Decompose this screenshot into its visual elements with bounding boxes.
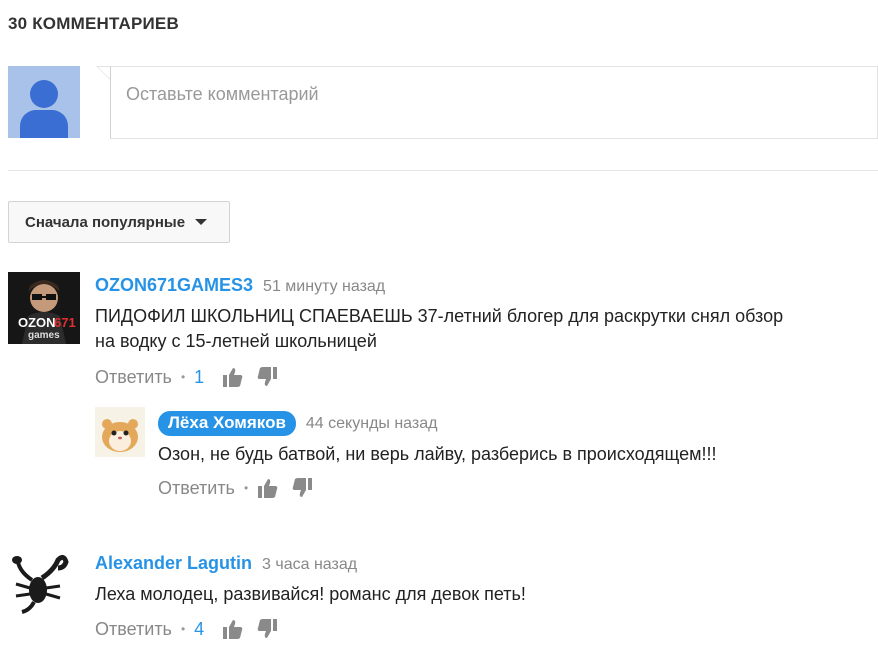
svg-text:games: games xyxy=(28,330,60,341)
comment-author[interactable]: Alexander Lagutin xyxy=(95,553,252,574)
avatar[interactable]: OZON 671 games xyxy=(8,272,80,344)
thumbs-up-icon[interactable] xyxy=(257,477,279,499)
comment-text: ПИДОФИЛ ШКОЛЬНИЦ СПАЕВАЕШЬ 37-летний бло… xyxy=(95,304,878,354)
comment-thread: Alexander Lagutin 3 часа назад Леха моло… xyxy=(8,550,878,650)
caret-down-icon xyxy=(195,219,208,225)
divider xyxy=(8,170,878,171)
sort-label: Сначала популярные xyxy=(25,213,186,231)
thumbs-down-icon[interactable] xyxy=(256,366,278,388)
reply-author-badge[interactable]: Лёха Хомяков xyxy=(158,411,296,436)
comment-text: Леха молодец, развивайся! романс для дев… xyxy=(95,584,526,604)
comment-author[interactable]: OZON671GAMES3 xyxy=(95,275,253,296)
comment-thread: OZON 671 games OZON671GAMES3 51 минуту н… xyxy=(8,272,878,502)
comment-time[interactable]: 3 часа назад xyxy=(262,556,357,574)
reply-time[interactable]: 44 секунды назад xyxy=(306,415,438,433)
reply-comment: Лёха Хомяков 44 секунды назад Озон, не б… xyxy=(95,407,878,507)
reply-text: Озон, не будь батвой, ни верь лайву, раз… xyxy=(158,444,717,464)
comment-input-placeholder: Оставьте комментарий xyxy=(126,84,319,104)
thumbs-down-icon[interactable] xyxy=(256,618,278,640)
svg-text:671: 671 xyxy=(54,315,76,330)
avatar[interactable] xyxy=(95,407,145,457)
default-avatar-icon xyxy=(8,66,80,138)
comment-composer: Оставьте комментарий xyxy=(8,66,878,140)
avatar[interactable] xyxy=(8,550,76,618)
like-count: 1 xyxy=(194,366,205,387)
reply-button[interactable]: Ответить xyxy=(158,478,235,499)
comment-time[interactable]: 51 минуту назад xyxy=(263,278,385,296)
thumbs-down-icon[interactable] xyxy=(291,477,313,499)
comment-text-line: ПИДОФИЛ ШКОЛЬНИЦ СПАЕВАЕШЬ 37-летний бло… xyxy=(95,306,784,326)
svg-text:OZON: OZON xyxy=(18,315,56,330)
comments-count-title: 30 КОММЕНТАРИЕВ xyxy=(8,14,179,33)
thumbs-up-icon[interactable] xyxy=(222,366,244,388)
reply-button[interactable]: Ответить xyxy=(95,367,172,388)
comment-text-line: на водку с 15-летней школьницей xyxy=(95,331,377,351)
sort-dropdown-button[interactable]: Сначала популярные xyxy=(8,201,230,243)
thumbs-up-icon[interactable] xyxy=(222,618,244,640)
reply-button[interactable]: Ответить xyxy=(95,619,172,640)
like-count: 4 xyxy=(194,618,205,639)
